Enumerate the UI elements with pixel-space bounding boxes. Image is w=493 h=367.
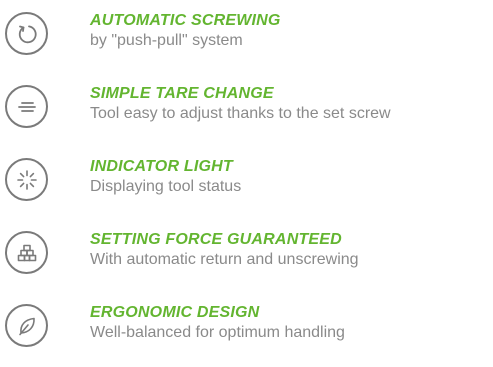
feature-list: AUTOMATIC SCREWING by "push-pull" system… (0, 0, 493, 367)
feature-title: SETTING FORCE GUARANTEED (90, 231, 342, 248)
rotate-arrow-icon (5, 12, 48, 55)
feature-description: Tool easy to adjust thanks to the set sc… (90, 105, 391, 122)
feature-automatic-screwing: AUTOMATIC SCREWING by "push-pull" system (0, 2, 493, 64)
feature-title: ERGONOMIC DESIGN (90, 304, 260, 321)
stacked-blocks-icon (5, 231, 48, 274)
feature-ergonomic-design: ERGONOMIC DESIGN Well-balanced for optim… (0, 294, 493, 356)
feature-title: INDICATOR LIGHT (90, 158, 233, 175)
feature-simple-tare-change: SIMPLE TARE CHANGE Tool easy to adjust t… (0, 75, 493, 137)
feature-description: by "push-pull" system (90, 32, 243, 49)
horizontal-lines-icon (5, 85, 48, 128)
feature-description: With automatic return and unscrewing (90, 251, 359, 268)
feature-description: Well-balanced for optimum handling (90, 324, 345, 341)
feature-description: Displaying tool status (90, 178, 242, 195)
feature-title: SIMPLE TARE CHANGE (90, 85, 274, 102)
feature-title: AUTOMATIC SCREWING (90, 12, 281, 29)
feature-indicator-light: INDICATOR LIGHT Displaying tool status (0, 148, 493, 210)
leaf-icon (5, 304, 48, 347)
feature-setting-force-guaranteed: SETTING FORCE GUARANTEED With automatic … (0, 221, 493, 283)
light-burst-icon (5, 158, 48, 201)
